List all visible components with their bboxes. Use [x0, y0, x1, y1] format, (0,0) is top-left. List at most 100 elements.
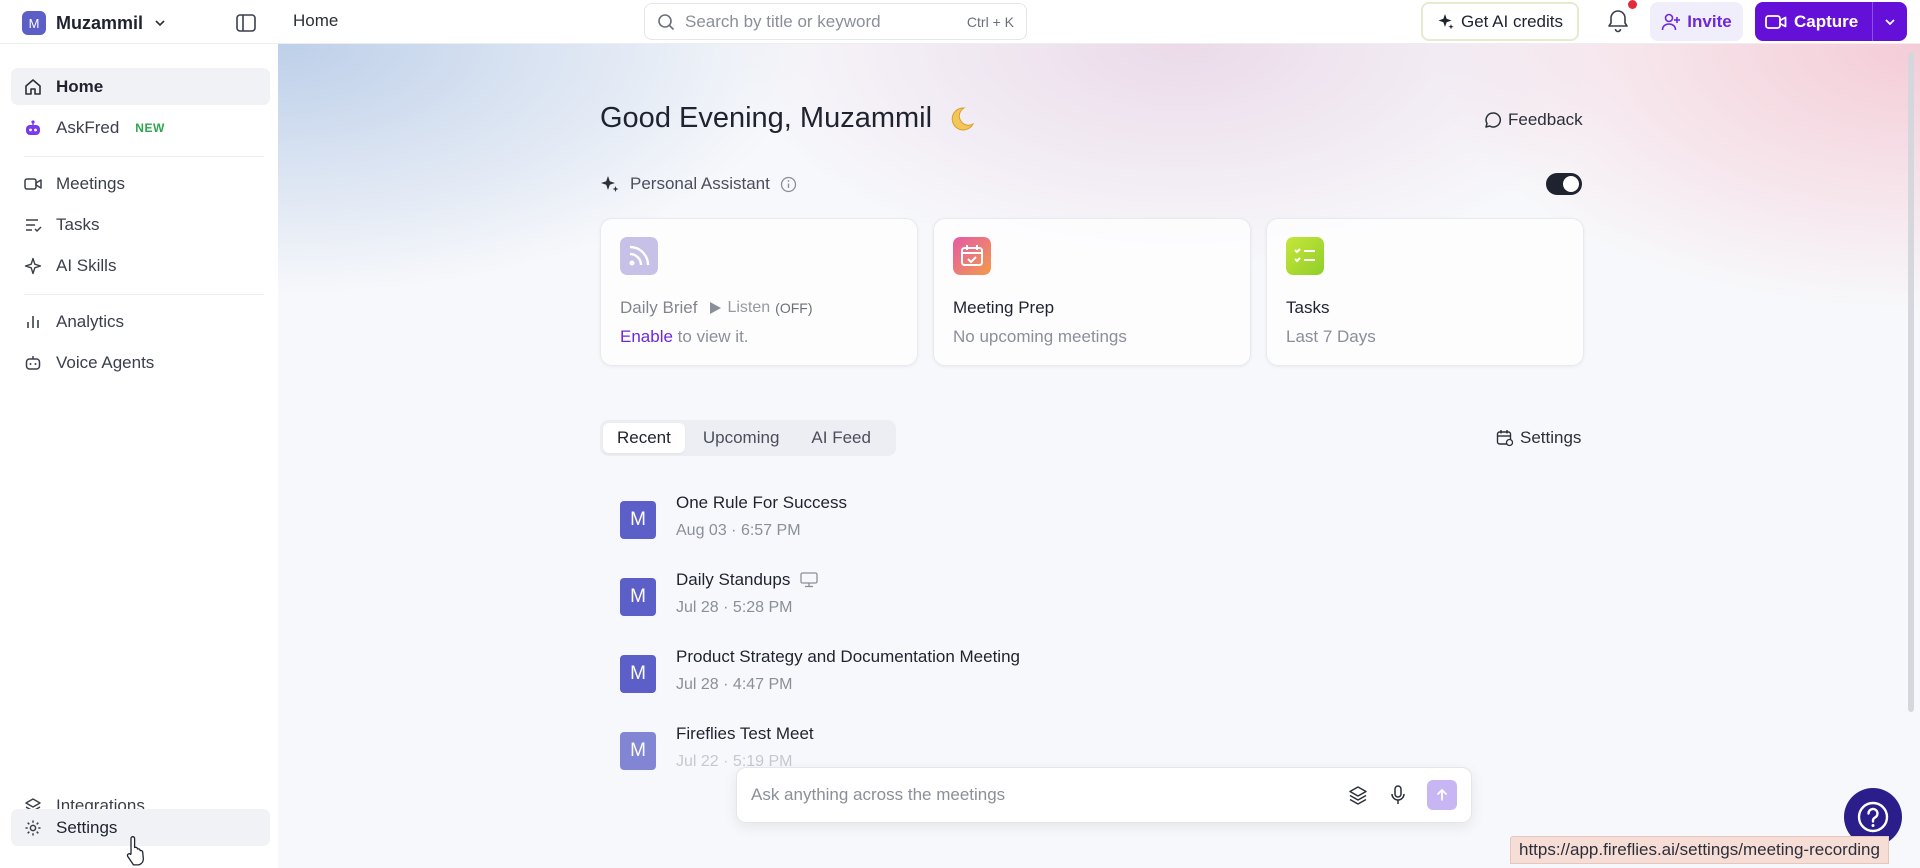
meeting-row[interactable]: M One Rule For Success Aug 03 · 6:57 PM — [620, 492, 847, 540]
meetings-settings-label: Settings — [1520, 428, 1582, 447]
meeting-time: 6:57 PM — [740, 522, 801, 539]
checklist-icon — [1286, 237, 1324, 275]
home-icon — [25, 78, 41, 95]
question-mark-icon — [1857, 801, 1889, 833]
personal-assistant-toggle[interactable] — [1546, 173, 1582, 195]
hand-cursor-icon — [126, 836, 144, 866]
meeting-title-text: One Rule For Success — [676, 493, 848, 512]
sidebar-item-home[interactable]: Home — [11, 68, 270, 105]
sidebar-item-ai-skills[interactable]: AI Skills — [11, 247, 270, 284]
sparkle-icon — [1438, 13, 1454, 29]
calendar-icon — [953, 237, 991, 275]
sidebar-item-label: Analytics — [56, 311, 125, 331]
meeting-title[interactable]: Fireflies Test Meet — [676, 723, 814, 745]
get-ai-credits-button[interactable]: Get AI credits — [1421, 2, 1579, 41]
tasks-icon — [26, 218, 42, 232]
capture-button[interactable]: Capture — [1755, 2, 1907, 41]
sidebar-divider — [24, 156, 264, 157]
meeting-prep-title: Meeting Prep — [953, 298, 1055, 317]
invite-button[interactable]: Invite — [1650, 2, 1743, 41]
get-ai-credits-label: Get AI credits — [1460, 11, 1564, 31]
workspace-name: Muzammil — [56, 12, 144, 33]
meeting-row[interactable]: M Fireflies Test Meet Jul 22 · 5:19 PM — [620, 723, 814, 771]
sidebar-item-voice-agents[interactable]: Voice Agents — [11, 344, 270, 381]
meeting-time: 4:47 PM — [732, 676, 793, 693]
meeting-row[interactable]: M Daily Standups Jul 28 · 5:28 PM — [620, 569, 818, 617]
listen-label: Listen — [727, 299, 771, 316]
capture-main-action[interactable]: Capture — [1755, 2, 1872, 41]
meeting-avatar: M — [620, 655, 656, 693]
tasks-card-title: Tasks — [1286, 298, 1330, 317]
feedback-button[interactable]: Feedback — [1484, 110, 1583, 130]
notification-dot — [1628, 0, 1637, 9]
sidebar-item-meetings[interactable]: Meetings — [11, 165, 270, 202]
breadcrumb: Home — [293, 11, 339, 30]
tab-ai-feed[interactable]: AI Feed — [797, 423, 885, 453]
daily-brief-title: Daily Brief Listen (OFF) — [620, 298, 813, 318]
calendar-settings-icon — [1496, 430, 1514, 447]
sidebar-item-label: Settings — [56, 817, 118, 837]
layers-icon[interactable] — [1347, 784, 1369, 806]
greeting-text: Good Evening, Muzammil — [600, 102, 933, 134]
meeting-title[interactable]: One Rule For Success — [676, 492, 847, 514]
meeting-avatar: M — [620, 501, 656, 539]
crescent-moon-icon — [951, 106, 975, 130]
meetings-tabs: Recent Upcoming AI Feed — [600, 420, 896, 456]
meeting-row[interactable]: M Product Strategy and Documentation Mee… — [620, 646, 1020, 694]
capture-label: Capture — [1794, 11, 1859, 31]
bar-chart-icon — [27, 315, 39, 328]
search-input[interactable]: Search by title or keyword Ctrl + K — [644, 3, 1027, 40]
search-shortcut: Ctrl + K — [966, 13, 1014, 30]
sidebar-item-tasks[interactable]: Tasks — [11, 206, 270, 243]
meeting-date: Jul 28 — [676, 599, 719, 616]
sidebar-toggle-icon[interactable] — [236, 14, 256, 32]
sidebar-item-analytics[interactable]: Analytics — [11, 303, 270, 340]
robot-icon — [26, 119, 40, 135]
microphone-icon[interactable] — [1387, 784, 1409, 806]
listen-button[interactable]: Listen (OFF) — [709, 299, 813, 317]
meeting-title-text: Daily Standups — [676, 570, 791, 589]
meeting-prep-subtitle: No upcoming meetings — [953, 327, 1127, 346]
meeting-date: Jul 28 — [676, 676, 719, 693]
sidebar: Home AskFred NEW Meetings Tasks AI Skill… — [0, 44, 278, 868]
tab-upcoming[interactable]: Upcoming — [689, 423, 794, 453]
status-bar-url: https://app.fireflies.ai/settings/meetin… — [1510, 836, 1889, 864]
daily-brief-card[interactable]: Daily Brief Listen (OFF) Enable to view … — [600, 218, 918, 366]
scrollbar[interactable] — [1908, 52, 1914, 712]
meeting-prep-card[interactable]: Meeting Prep No upcoming meetings — [933, 218, 1251, 366]
chevron-down-icon — [1885, 18, 1895, 25]
meeting-title[interactable]: Daily Standups — [676, 569, 818, 591]
meeting-datetime: Aug 03 · 6:57 PM — [676, 522, 801, 539]
bot-icon — [25, 355, 41, 370]
sidebar-item-label: Voice Agents — [56, 352, 155, 372]
main-content: Good Evening, Muzammil Feedback Personal… — [278, 44, 1920, 868]
sidebar-item-label: Meetings — [56, 173, 125, 193]
sparkle-icon — [24, 257, 42, 274]
send-button[interactable] — [1427, 780, 1457, 810]
sidebar-item-askfred[interactable]: AskFred NEW — [11, 109, 270, 146]
daily-brief-subtitle: Enable to view it. — [620, 327, 749, 347]
meeting-time: 5:28 PM — [732, 599, 793, 616]
add-user-icon — [1661, 13, 1681, 30]
top-bar: M Muzammil Home Search by title or keywo… — [0, 0, 1920, 44]
daily-brief-subtitle-text: to view it. — [677, 327, 749, 346]
invite-label: Invite — [1687, 11, 1732, 31]
meeting-title[interactable]: Product Strategy and Documentation Meeti… — [676, 646, 1020, 668]
tab-recent[interactable]: Recent — [603, 423, 685, 453]
info-icon[interactable] — [780, 176, 797, 193]
play-icon — [710, 302, 722, 314]
enable-link[interactable]: Enable — [620, 327, 673, 346]
tasks-card[interactable]: Tasks Last 7 Days — [1266, 218, 1584, 366]
workspace-avatar: M — [22, 11, 46, 35]
sidebar-item-label: Home — [56, 76, 104, 96]
sidebar-item-label: AskFred — [56, 117, 120, 137]
bell-icon[interactable] — [1605, 8, 1631, 34]
meeting-title-text: Fireflies Test Meet — [676, 724, 814, 743]
personal-assistant-label: Personal Assistant — [630, 174, 770, 193]
capture-dropdown[interactable] — [1872, 2, 1907, 41]
ask-placeholder: Ask anything across the meetings — [751, 785, 1006, 804]
sidebar-item-label: AI Skills — [56, 255, 117, 275]
workspace-switcher[interactable]: M Muzammil — [22, 11, 165, 35]
meetings-settings-button[interactable]: Settings — [1496, 428, 1581, 448]
ask-meetings-input[interactable]: Ask anything across the meetings — [736, 767, 1472, 823]
